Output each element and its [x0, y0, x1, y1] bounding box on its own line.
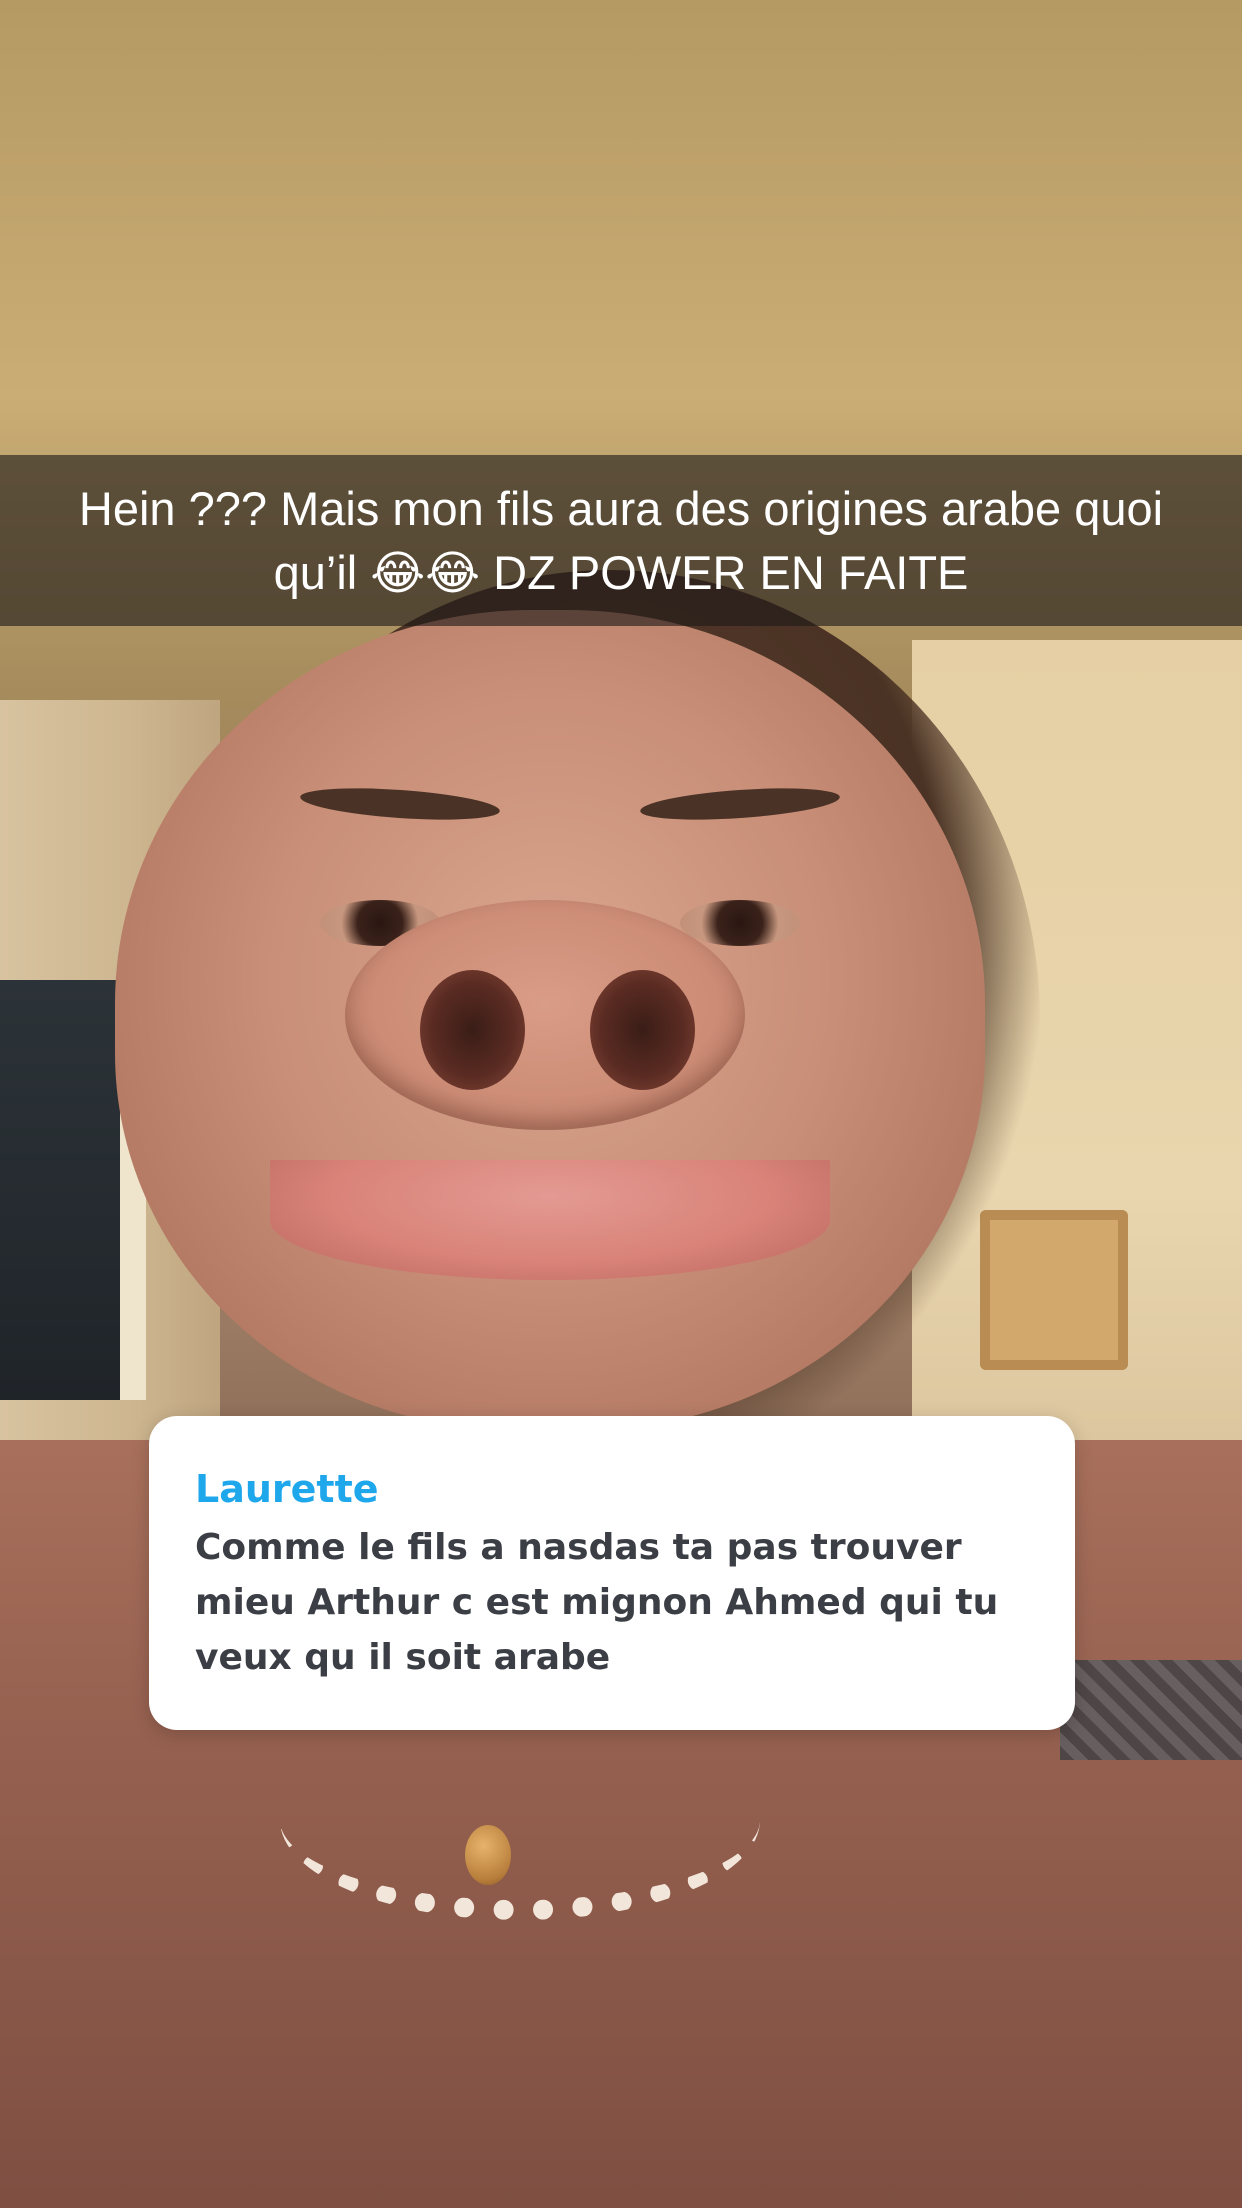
background-blanket [1060, 1660, 1242, 1760]
question-author-name: Laurette [195, 1467, 379, 1511]
question-text: Comme le fils a nasdas ta pas trouver mi… [195, 1527, 999, 1678]
caption-bar: Hein ??? Mais mon fils aura des origines… [0, 455, 1242, 626]
pig-nose-left-nostril [420, 970, 525, 1090]
question-sticker[interactable]: Laurette Comme le fils a nasdas ta pas t… [149, 1416, 1075, 1730]
photo-necklace-pendant [465, 1825, 511, 1885]
photo-smile [270, 1160, 830, 1280]
snap-story-view[interactable]: Hein ??? Mais mon fils aura des origines… [0, 0, 1242, 2208]
pig-nose-right-nostril [590, 970, 695, 1090]
caption-text: Hein ??? Mais mon fils aura des origines… [78, 481, 1164, 599]
photo-pearl-necklace [280, 1720, 760, 1920]
photo-right-eye [680, 900, 800, 946]
